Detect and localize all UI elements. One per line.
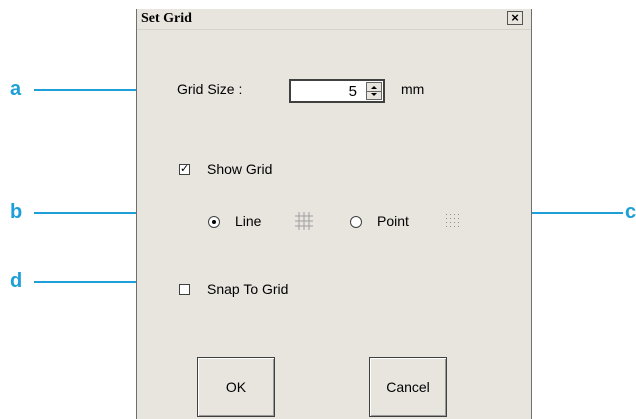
grid-size-unit: mm	[401, 81, 425, 97]
point-grid-icon	[446, 214, 459, 227]
close-button[interactable]: ×	[507, 11, 523, 25]
line-radio-label[interactable]: Line	[235, 213, 261, 229]
increment-arrow-icon[interactable]	[371, 86, 377, 89]
title-bar: Set Grid ×	[137, 9, 531, 30]
line-radio[interactable]	[208, 216, 220, 228]
callout-a-label: a	[10, 78, 22, 100]
checkmark-icon: ✓	[180, 163, 190, 175]
grid-size-stepper[interactable]	[366, 82, 382, 100]
grid-size-label: Grid Size :	[177, 81, 243, 97]
show-grid-label[interactable]: Show Grid	[207, 161, 272, 177]
callout-c-label: c	[625, 201, 636, 223]
ok-button[interactable]: OK	[197, 357, 275, 417]
callout-d-label: d	[10, 270, 23, 292]
dialog-title: Set Grid	[141, 11, 192, 26]
snap-to-grid-checkbox[interactable]	[179, 284, 190, 295]
close-icon: ×	[511, 10, 519, 25]
set-grid-dialog: Set Grid × Grid Size : 5 mm ✓ Show Grid …	[136, 9, 532, 419]
grid-size-value[interactable]: 5	[349, 83, 357, 100]
grid-size-spinbox[interactable]: 5	[289, 79, 385, 103]
point-radio-label[interactable]: Point	[377, 213, 409, 229]
callout-b-label: b	[10, 201, 23, 223]
line-grid-icon	[295, 212, 313, 230]
point-radio[interactable]	[350, 216, 362, 228]
decrement-arrow-icon[interactable]	[371, 93, 377, 96]
show-grid-checkbox[interactable]: ✓	[179, 164, 190, 175]
cancel-button[interactable]: Cancel	[369, 357, 447, 417]
stepper-divider	[367, 91, 381, 92]
snap-to-grid-label[interactable]: Snap To Grid	[207, 281, 288, 297]
